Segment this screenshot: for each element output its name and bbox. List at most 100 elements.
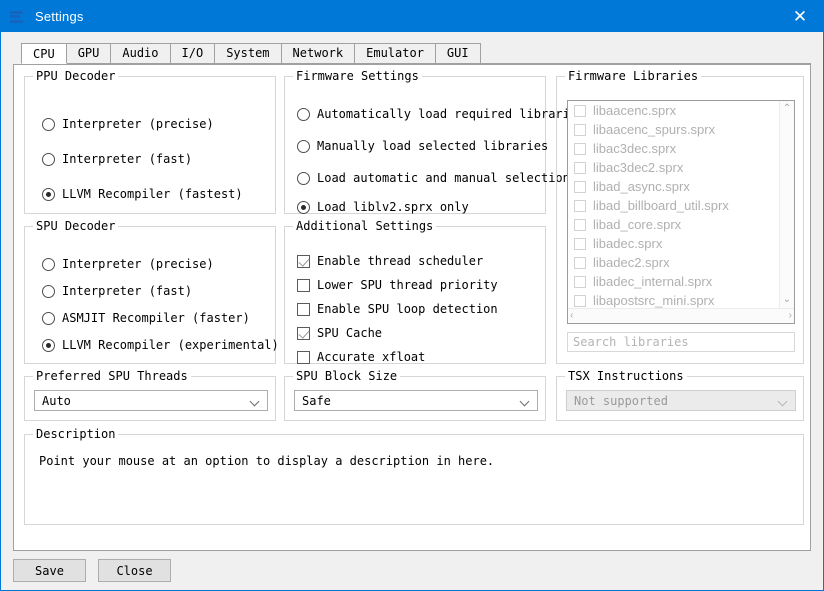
- radio-icon: [42, 312, 55, 325]
- group-tsx-instructions-legend: TSX Instructions: [565, 369, 687, 383]
- radio-fw-manual-load-selected[interactable]: Manually load selected libraries: [297, 136, 548, 156]
- checkbox-icon[interactable]: [574, 162, 586, 174]
- tab-gui[interactable]: GUI: [435, 43, 481, 63]
- checkbox-accurate-xfloat[interactable]: Accurate xfloat: [297, 347, 425, 367]
- radio-icon-selected: [42, 188, 55, 201]
- checkbox-enable-spu-loop-detection[interactable]: Enable SPU loop detection: [297, 299, 498, 319]
- chevron-down-icon: [521, 398, 529, 406]
- chevron-down-icon: [251, 398, 259, 406]
- group-firmware-libraries-legend: Firmware Libraries: [565, 69, 701, 83]
- spu-block-size-select[interactable]: Safe: [294, 390, 538, 411]
- checkbox-lower-spu-thread-priority[interactable]: Lower SPU thread priority: [297, 275, 498, 295]
- close-window-button[interactable]: ✕: [777, 1, 823, 32]
- tab-io[interactable]: I/O: [170, 43, 216, 63]
- checkbox-spu-cache[interactable]: SPU Cache: [297, 323, 382, 343]
- checkbox-icon[interactable]: [574, 124, 586, 136]
- list-item[interactable]: libadec.sprx: [568, 234, 779, 253]
- list-item[interactable]: libad_async.sprx: [568, 177, 779, 196]
- tab-bar: CPU GPU Audio I/O System Network Emulato…: [21, 43, 811, 64]
- settings-window: Settings ✕ CPU GPU Audio I/O System Netw…: [0, 0, 824, 591]
- list-item[interactable]: libapostsrc_mini.sprx: [568, 291, 779, 308]
- checkbox-icon[interactable]: [574, 295, 586, 307]
- list-item[interactable]: libadec2.sprx: [568, 253, 779, 272]
- checkbox-icon[interactable]: [574, 181, 586, 193]
- vertical-scrollbar[interactable]: ⌃ ⌄: [779, 101, 794, 308]
- checkbox-icon[interactable]: [574, 257, 586, 269]
- search-libraries-input[interactable]: Search libraries: [567, 332, 795, 352]
- group-firmware-settings-legend: Firmware Settings: [293, 69, 422, 83]
- scroll-up-icon[interactable]: ⌃: [783, 102, 791, 116]
- title-bar: Settings ✕: [1, 1, 823, 32]
- radio-spu-interpreter-fast[interactable]: Interpreter (fast): [42, 281, 192, 301]
- firmware-libraries-list-viewport: libaacenc.sprx libaacenc_spurs.sprx liba…: [568, 101, 779, 308]
- checkbox-icon: [297, 279, 310, 292]
- checkbox-icon[interactable]: [574, 219, 586, 231]
- close-button[interactable]: Close: [98, 559, 171, 582]
- list-item[interactable]: libad_billboard_util.sprx: [568, 196, 779, 215]
- checkbox-icon-checked: [297, 255, 310, 268]
- list-item[interactable]: libac3dec.sprx: [568, 139, 779, 158]
- tsx-instructions-value: Not supported: [574, 394, 668, 408]
- radio-spu-llvm-recompiler[interactable]: LLVM Recompiler (experimental): [42, 335, 279, 355]
- preferred-spu-threads-select[interactable]: Auto: [34, 390, 268, 411]
- chevron-down-icon: [779, 398, 787, 406]
- list-item[interactable]: libac3dec2.sprx: [568, 158, 779, 177]
- radio-fw-auto-and-manual[interactable]: Load automatic and manual selection: [297, 168, 570, 188]
- scroll-right-icon[interactable]: ›: [789, 309, 792, 323]
- firmware-libraries-list[interactable]: libaacenc.sprx libaacenc_spurs.sprx liba…: [567, 100, 795, 324]
- radio-fw-liblv2-only[interactable]: Load liblv2.sprx only: [297, 197, 469, 217]
- radio-icon-selected: [297, 201, 310, 214]
- group-spu-block-size-legend: SPU Block Size: [293, 369, 400, 383]
- checkbox-enable-thread-scheduler[interactable]: Enable thread scheduler: [297, 251, 483, 271]
- list-item[interactable]: libad_core.sprx: [568, 215, 779, 234]
- radio-spu-interpreter-precise[interactable]: Interpreter (precise): [42, 254, 214, 274]
- group-ppu-decoder: PPU Decoder Interpreter (precise) Interp…: [24, 76, 276, 214]
- radio-icon: [297, 172, 310, 185]
- list-item[interactable]: libadec_internal.sprx: [568, 272, 779, 291]
- radio-ppu-interpreter-precise[interactable]: Interpreter (precise): [42, 114, 214, 134]
- group-firmware-settings: Firmware Settings Automatically load req…: [284, 76, 546, 214]
- group-additional-settings: Additional Settings Enable thread schedu…: [284, 226, 546, 364]
- group-spu-decoder: SPU Decoder Interpreter (precise) Interp…: [24, 226, 276, 364]
- tab-emulator[interactable]: Emulator: [354, 43, 436, 63]
- checkbox-icon: [297, 303, 310, 316]
- list-item[interactable]: libaacenc_spurs.sprx: [568, 120, 779, 139]
- tab-system[interactable]: System: [214, 43, 281, 63]
- tab-gpu[interactable]: GPU: [66, 43, 112, 63]
- group-spu-block-size: SPU Block Size Safe: [284, 376, 546, 421]
- tab-audio[interactable]: Audio: [110, 43, 170, 63]
- scroll-down-icon[interactable]: ⌄: [783, 293, 791, 307]
- preferred-spu-threads-value: Auto: [42, 394, 71, 408]
- group-tsx-instructions: TSX Instructions Not supported: [556, 376, 804, 421]
- checkbox-icon[interactable]: [574, 105, 586, 117]
- group-ppu-decoder-legend: PPU Decoder: [33, 69, 118, 83]
- tab-cpu[interactable]: CPU: [21, 43, 67, 64]
- tab-network[interactable]: Network: [281, 43, 356, 63]
- group-description-legend: Description: [33, 427, 118, 441]
- dialog-buttons: Save Close: [13, 559, 183, 582]
- list-item[interactable]: libaacenc.sprx: [568, 101, 779, 120]
- scroll-left-icon[interactable]: ‹: [570, 309, 573, 323]
- save-button[interactable]: Save: [13, 559, 86, 582]
- app-logo-icon: [10, 9, 26, 25]
- description-text: Point your mouse at an option to display…: [39, 454, 494, 468]
- group-preferred-spu-threads: Preferred SPU Threads Auto: [24, 376, 276, 421]
- radio-icon: [42, 118, 55, 131]
- group-spu-decoder-legend: SPU Decoder: [33, 219, 118, 233]
- radio-fw-auto-load-required[interactable]: Automatically load required libraries: [297, 104, 584, 124]
- horizontal-scrollbar[interactable]: ‹ ›: [568, 308, 794, 323]
- checkbox-icon[interactable]: [574, 200, 586, 212]
- radio-ppu-interpreter-fast[interactable]: Interpreter (fast): [42, 149, 192, 169]
- checkbox-icon[interactable]: [574, 238, 586, 250]
- radio-icon: [42, 258, 55, 271]
- radio-icon: [297, 140, 310, 153]
- group-preferred-spu-threads-legend: Preferred SPU Threads: [33, 369, 191, 383]
- radio-icon-selected: [42, 339, 55, 352]
- checkbox-icon-checked: [297, 327, 310, 340]
- checkbox-icon[interactable]: [574, 276, 586, 288]
- window-title: Settings: [35, 9, 84, 24]
- radio-spu-asmjit-recompiler[interactable]: ASMJIT Recompiler (faster): [42, 308, 250, 328]
- radio-icon: [297, 108, 310, 121]
- checkbox-icon[interactable]: [574, 143, 586, 155]
- radio-ppu-llvm-recompiler[interactable]: LLVM Recompiler (fastest): [42, 184, 243, 204]
